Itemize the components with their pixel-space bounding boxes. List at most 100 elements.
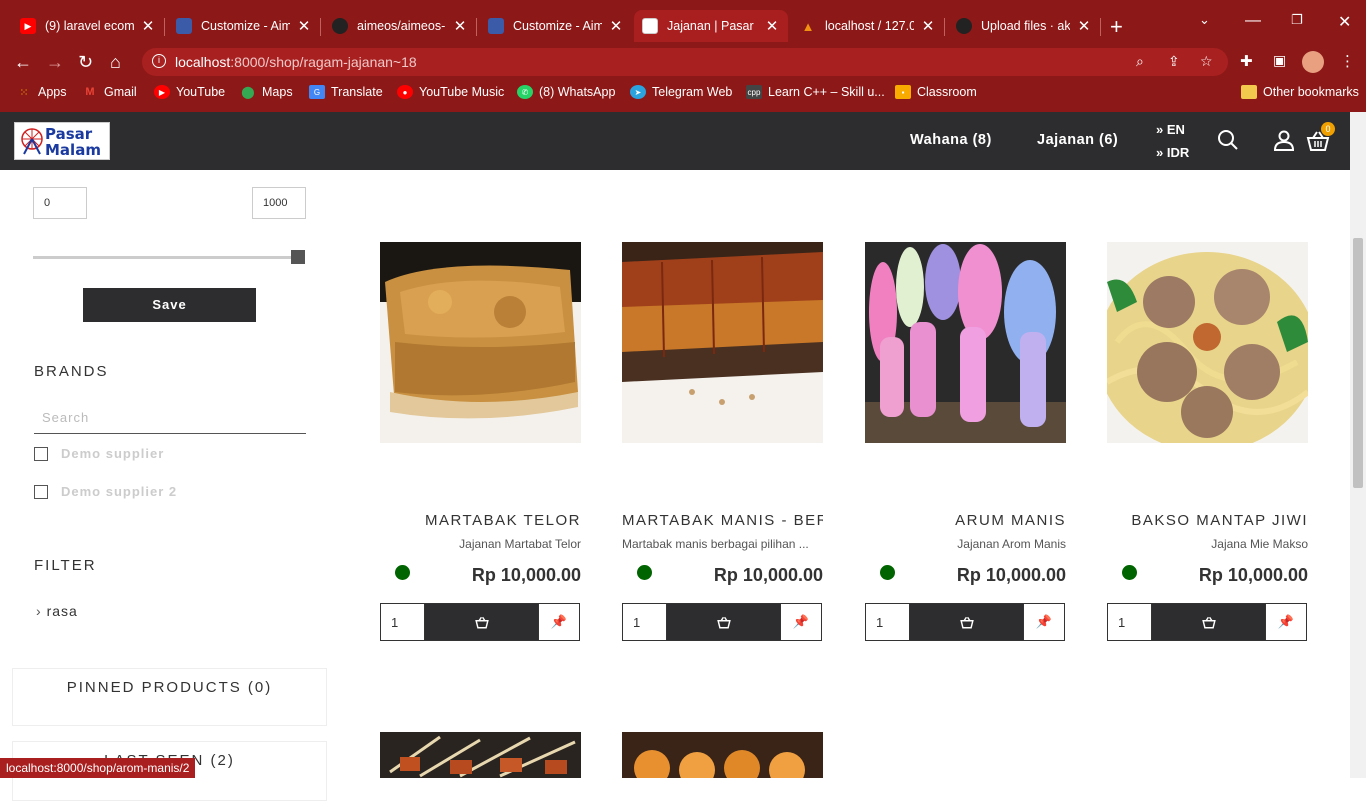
product-image-sate[interactable] (380, 732, 581, 778)
site-info-icon[interactable]: i (152, 54, 166, 68)
browser-tab[interactable]: ▲ localhost / 127.0.0.1 ✕ (792, 10, 945, 42)
price-max-input[interactable]: 1000 (252, 187, 306, 219)
bookmark-telegram[interactable]: ➤ Telegram Web (630, 85, 732, 99)
product-name[interactable]: ARUM MANIS (865, 512, 1066, 529)
product-price: Rp 10,000.00 (471, 565, 581, 585)
side-panel-icon[interactable]: ▣ (1273, 52, 1286, 69)
pin-product-button[interactable]: 📌 (538, 604, 579, 640)
product-image-cireng[interactable] (622, 732, 823, 778)
price-range-slider[interactable] (33, 250, 305, 264)
close-tab-icon[interactable]: ✕ (764, 17, 780, 35)
home-icon[interactable]: ⌂ (110, 52, 121, 73)
bookmark-youtube[interactable]: ▶ YouTube (154, 85, 225, 99)
product-image-arum-manis[interactable] (865, 242, 1066, 443)
bookmark-gmail[interactable]: M Gmail (82, 85, 136, 99)
restore-icon[interactable]: ❐ (1291, 12, 1303, 28)
product-card[interactable]: ARUM MANIS Jajanan Arom Manis Rp 10,000.… (865, 242, 1066, 641)
site-logo[interactable]: Pasar Malam (14, 122, 110, 160)
browser-tab[interactable]: Customize - Aimeos ✕ (168, 10, 321, 42)
browser-tab-active[interactable]: Jajanan | Pasar Malam ✕ (634, 10, 788, 42)
cart-count-badge: 0 (1321, 122, 1335, 136)
bookmark-star-icon[interactable]: ☆ (1200, 53, 1213, 70)
add-to-basket-button[interactable] (667, 604, 780, 640)
add-to-basket-button[interactable] (1152, 604, 1265, 640)
forward-icon[interactable]: → (46, 52, 64, 73)
nav-jajanan[interactable]: Jajanan (6) (1037, 132, 1118, 148)
price-slider-handle[interactable] (291, 250, 305, 264)
ferris-wheel-icon (21, 128, 43, 155)
product-name[interactable]: MARTABAK MANIS - BER... (622, 512, 823, 529)
product-image-martabak-manis[interactable] (622, 242, 823, 443)
window-close-icon[interactable]: ✕ (1338, 12, 1351, 32)
close-tab-icon[interactable]: ✕ (296, 17, 312, 35)
address-bar[interactable]: i localhost:8000/shop/ragam-jajanan~18 ⌕… (142, 48, 1228, 76)
product-card[interactable]: BAKSO MANTAP JIWI Jajana Mie Makso Rp 10… (1107, 242, 1308, 641)
product-card[interactable]: MARTABAK TELOR Jajanan Martabat Telor Rp… (380, 242, 581, 641)
product-name[interactable]: MARTABAK TELOR (380, 512, 581, 529)
product-price: Rp 10,000.00 (956, 565, 1066, 585)
back-icon[interactable]: ← (14, 52, 32, 73)
add-to-basket-button[interactable] (425, 604, 538, 640)
add-to-cart-row: 📌 (380, 603, 580, 641)
bookmark-other[interactable]: Other bookmarks (1241, 85, 1359, 99)
bookmark-learn-cpp[interactable]: cpp Learn C++ – Skill u... (746, 85, 885, 99)
bookmark-apps[interactable]: ⁙ Apps (16, 85, 66, 99)
product-image-martabak-telor[interactable] (380, 242, 581, 443)
checkbox[interactable] (34, 446, 48, 461)
bookmark-whatsapp[interactable]: ✆ (8) WhatsApp (517, 85, 615, 99)
browser-tab[interactable]: aimeos/aimeos-laravel ✕ (324, 10, 477, 42)
close-tab-icon[interactable]: ✕ (608, 17, 624, 35)
bookmark-maps[interactable]: ⬤ Maps (240, 85, 292, 99)
browser-tab[interactable]: ▶ (9) laravel ecommerce ✕ (12, 10, 165, 42)
quantity-input[interactable] (623, 604, 667, 640)
page-scrollbar[interactable] (1350, 112, 1366, 778)
search-icon[interactable] (1217, 129, 1239, 151)
pinned-products-panel: PINNED PRODUCTS (0) (12, 668, 327, 726)
reload-icon[interactable]: ↻ (78, 52, 93, 73)
share-icon[interactable]: ⇪ (1168, 53, 1180, 70)
menu-kebab-icon[interactable]: ⋮ (1340, 52, 1355, 70)
tab-search-chevron-icon[interactable]: ⌄ (1199, 12, 1210, 28)
url-text[interactable]: localhost:8000/shop/ragam-jajanan~18 (175, 54, 417, 70)
brands-search-field[interactable] (34, 402, 306, 434)
bookmark-youtube-music[interactable]: ● YouTube Music (397, 85, 504, 99)
quantity-input[interactable] (1108, 604, 1152, 640)
product-card[interactable]: MARTABAK MANIS - BER... Martabak manis b… (622, 242, 823, 641)
brands-search-input[interactable] (34, 402, 306, 433)
quantity-input[interactable] (866, 604, 910, 640)
save-button[interactable]: Save (83, 288, 256, 322)
chevron-right-icon: › (36, 603, 42, 619)
filter-item-rasa[interactable]: › rasa (36, 603, 78, 619)
price-min-input[interactable]: 0 (33, 187, 87, 219)
bookmark-translate[interactable]: G Translate (309, 85, 383, 99)
quantity-input[interactable] (381, 604, 425, 640)
language-selector[interactable]: » EN (1156, 122, 1185, 137)
product-name[interactable]: BAKSO MANTAP JIWI (1107, 512, 1308, 529)
pin-product-button[interactable]: 📌 (780, 604, 821, 640)
zoom-search-icon[interactable]: ⌕ (1136, 53, 1144, 70)
browser-tab[interactable]: Customize - Aimeos ✕ (480, 10, 632, 42)
extensions-icon[interactable]: ✚ (1240, 52, 1253, 70)
pinned-products-heading[interactable]: PINNED PRODUCTS (0) (13, 669, 326, 696)
pin-product-button[interactable]: 📌 (1023, 604, 1064, 640)
browser-tab[interactable]: Upload files · akar ✕ (948, 10, 1101, 42)
user-account-icon[interactable] (1273, 129, 1295, 151)
supplier-checkbox-2[interactable]: Demo supplier 2 (34, 484, 177, 499)
pin-product-button[interactable]: 📌 (1265, 604, 1306, 640)
supplier-checkbox-1[interactable]: Demo supplier (34, 446, 164, 461)
classroom-icon: ▪ (895, 85, 911, 99)
bookmark-classroom[interactable]: ▪ Classroom (895, 85, 977, 99)
checkbox[interactable] (34, 484, 48, 499)
close-tab-icon[interactable]: ✕ (140, 17, 156, 35)
close-tab-icon[interactable]: ✕ (1076, 17, 1092, 35)
close-tab-icon[interactable]: ✕ (920, 17, 936, 35)
scrollbar-thumb[interactable] (1353, 238, 1363, 488)
new-tab-icon[interactable]: + (1110, 14, 1123, 40)
profile-avatar[interactable] (1302, 51, 1324, 73)
add-to-basket-button[interactable] (910, 604, 1023, 640)
minimize-icon[interactable]: — (1245, 12, 1261, 30)
nav-wahana[interactable]: Wahana (8) (910, 132, 992, 148)
product-image-bakso[interactable] (1107, 242, 1308, 443)
close-tab-icon[interactable]: ✕ (452, 17, 468, 35)
currency-selector[interactable]: » IDR (1156, 145, 1189, 160)
